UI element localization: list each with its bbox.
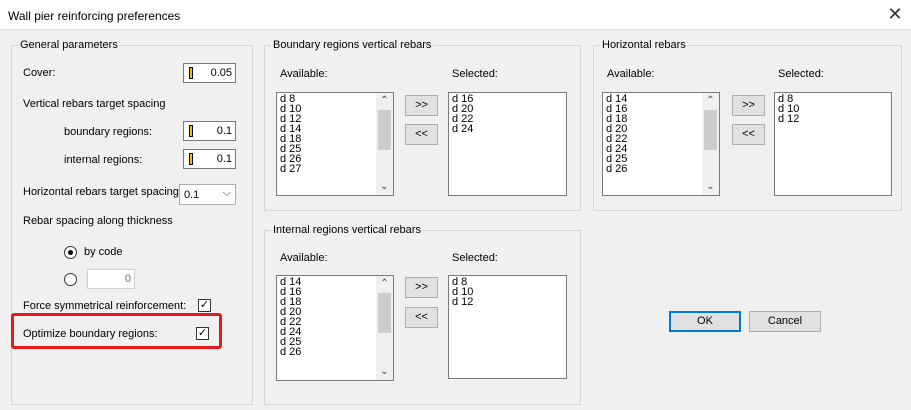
- force-symmetrical-checkbox[interactable]: ✓: [198, 299, 211, 312]
- scroll-up-icon[interactable]: ⌃: [702, 93, 719, 109]
- general-parameters-legend: General parameters: [20, 39, 118, 51]
- boundary-spacing-label: boundary regions:: [64, 126, 153, 138]
- horizontal-add-button[interactable]: >>: [732, 95, 765, 116]
- checkmark-icon: ✓: [199, 299, 210, 311]
- scrollbar[interactable]: ⌃ ⌄: [702, 93, 719, 195]
- custom-spacing-input[interactable]: 0: [87, 269, 135, 289]
- horizontal-remove-button[interactable]: <<: [732, 124, 765, 145]
- internal-spacing-label: internal regions:: [64, 154, 143, 166]
- list-item[interactable]: d 12: [778, 114, 873, 125]
- list-item[interactable]: d 26: [280, 347, 375, 358]
- internal-selected-label: Selected:: [452, 252, 498, 264]
- spinner-grip-icon[interactable]: [189, 153, 193, 165]
- boundary-spacing-value: 0.1: [216, 125, 232, 137]
- boundary-available-list[interactable]: d 8d 10 d 12 d 14 d 18 d 25 d 26 d 27 ⌃ ⌄: [276, 92, 394, 196]
- internal-available-list[interactable]: d 14 d 16 d 18 d 20 d 22 d 24 d 25 d 26 ⌃ ⌄: [276, 275, 394, 381]
- boundary-add-button[interactable]: >>: [405, 95, 438, 116]
- spinner-grip-icon[interactable]: [189, 67, 193, 79]
- vertical-spacing-label: Vertical rebars target spacing: [23, 98, 166, 110]
- internal-available-label: Available:: [280, 252, 328, 264]
- spinner-grip-icon[interactable]: [189, 125, 193, 137]
- horizontal-spacing-label: Horizontal rebars target spacing:: [23, 186, 182, 198]
- custom-spacing-radio[interactable]: [64, 273, 77, 286]
- scroll-down-icon[interactable]: ⌄: [702, 179, 719, 195]
- scrollbar[interactable]: ⌃ ⌄: [376, 93, 393, 195]
- internal-available-items: d 14 d 16 d 18 d 20 d 22 d 24 d 25 d 26: [280, 277, 375, 358]
- horizontal-available-items: d 14 d 16 d 18 d 20 d 22 d 24 d 25 d 26: [606, 94, 701, 175]
- horizontal-selected-items: d 8d 10 d 12: [778, 94, 873, 125]
- horizontal-selected-label: Selected:: [778, 68, 824, 80]
- scroll-thumb[interactable]: [378, 110, 391, 150]
- scrollbar[interactable]: ⌃ ⌄: [376, 276, 393, 380]
- internal-selected-items: d 8d 10 d 12: [452, 277, 548, 308]
- horizontal-spacing-combo[interactable]: 0.1 ⌵: [179, 184, 236, 205]
- by-code-label: by code: [84, 246, 123, 258]
- radio-selected-dot-icon: [68, 250, 73, 255]
- scroll-up-icon[interactable]: ⌃: [376, 276, 393, 292]
- boundary-selected-items: d 16 d 20 d 22 d 24: [452, 94, 548, 135]
- list-item[interactable]: d 26: [606, 164, 701, 175]
- custom-spacing-value: 0: [124, 273, 131, 285]
- cancel-button[interactable]: Cancel: [749, 311, 821, 332]
- cover-input[interactable]: 0.05: [183, 63, 236, 83]
- boundary-available-items: d 8d 10 d 12 d 14 d 18 d 25 d 26 d 27: [280, 94, 375, 175]
- scroll-down-icon[interactable]: ⌄: [376, 364, 393, 380]
- internal-add-button[interactable]: >>: [405, 277, 438, 298]
- ok-button[interactable]: OK: [669, 311, 741, 332]
- internal-remove-button[interactable]: <<: [405, 307, 438, 328]
- close-icon[interactable]: ✕: [885, 4, 905, 24]
- list-item[interactable]: d 12: [452, 297, 548, 308]
- boundary-spacing-input[interactable]: 0.1: [183, 121, 236, 141]
- scroll-up-icon[interactable]: ⌃: [376, 93, 393, 109]
- horizontal-available-label: Available:: [607, 68, 655, 80]
- horizontal-spacing-value: 0.1: [184, 189, 200, 201]
- horizontal-available-list[interactable]: d 14 d 16 d 18 d 20 d 22 d 24 d 25 d 26 ⌃ ⌄: [602, 92, 720, 196]
- horizontal-selected-list[interactable]: d 8d 10 d 12: [774, 92, 892, 196]
- cover-value: 0.05: [210, 67, 232, 79]
- highlight-annotation: [11, 313, 222, 349]
- internal-spacing-input[interactable]: 0.1: [183, 149, 236, 169]
- boundary-remove-button[interactable]: <<: [405, 124, 438, 145]
- internal-selected-list[interactable]: d 8d 10 d 12: [448, 275, 567, 379]
- cover-label: Cover:: [23, 67, 56, 79]
- list-item[interactable]: d 24: [452, 124, 548, 135]
- scroll-down-icon[interactable]: ⌄: [376, 179, 393, 195]
- boundary-vertical-legend: Boundary regions vertical rebars: [273, 39, 432, 51]
- list-item[interactable]: d 27: [280, 164, 375, 175]
- thickness-label: Rebar spacing along thickness: [23, 215, 173, 227]
- scroll-thumb[interactable]: [378, 293, 391, 333]
- horizontal-rebars-legend: Horizontal rebars: [602, 39, 686, 51]
- window-title: Wall pier reinforcing preferences: [8, 9, 181, 23]
- dialog-body: General parameters Cover: 0.05 Vertical …: [0, 30, 911, 410]
- boundary-available-label: Available:: [280, 68, 328, 80]
- force-symmetrical-label: Force symmetrical reinforcement:: [23, 300, 187, 312]
- title-bar: Wall pier reinforcing preferences ✕: [0, 0, 911, 30]
- scroll-thumb[interactable]: [704, 110, 717, 150]
- chevron-down-icon[interactable]: ⌵: [223, 187, 231, 200]
- internal-vertical-legend: Internal regions vertical rebars: [273, 224, 421, 236]
- boundary-selected-list[interactable]: d 16 d 20 d 22 d 24: [448, 92, 567, 196]
- boundary-selected-label: Selected:: [452, 68, 498, 80]
- by-code-radio[interactable]: [64, 246, 77, 259]
- internal-spacing-value: 0.1: [216, 153, 232, 165]
